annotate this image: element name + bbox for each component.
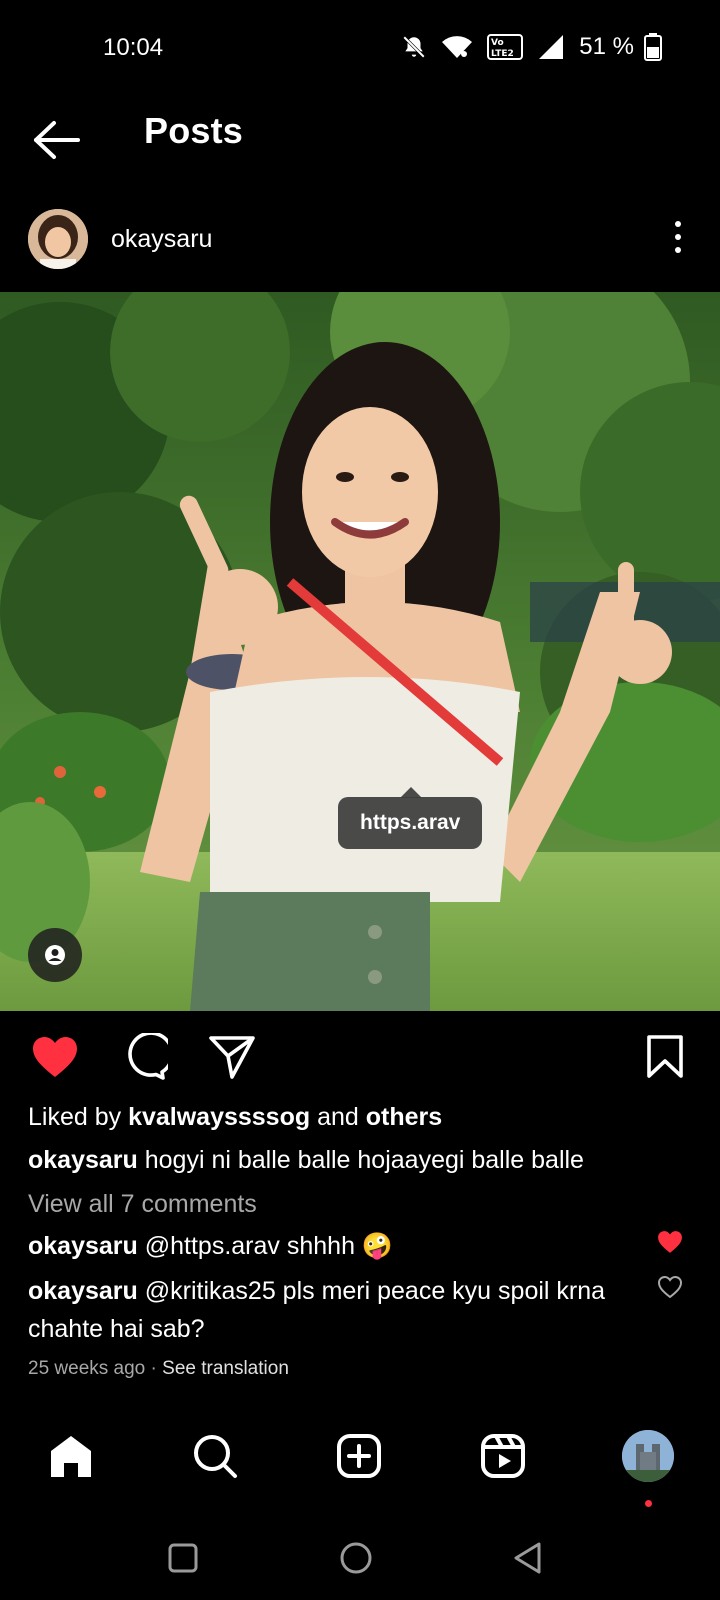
- system-back-button[interactable]: [506, 1536, 550, 1580]
- comment-button[interactable]: [117, 1030, 171, 1084]
- wifi-icon: [442, 36, 473, 58]
- back-triangle-icon: [514, 1542, 541, 1574]
- battery-icon: [644, 33, 662, 61]
- more-options-button[interactable]: [668, 217, 688, 257]
- heart-filled-icon: [33, 1037, 77, 1077]
- caption-text: hogyi ni balle balle hojaayegi balle bal…: [144, 1146, 584, 1174]
- back-button[interactable]: [30, 114, 82, 166]
- battery-percent: 51 %: [579, 33, 634, 60]
- system-nav: [0, 1520, 720, 1600]
- heart-filled-icon: [658, 1231, 682, 1253]
- page-title: Posts: [144, 110, 244, 151]
- bookmark-icon: [647, 1035, 683, 1078]
- send-icon: [209, 1036, 255, 1079]
- app-header: Posts: [0, 96, 720, 200]
- meta-separator: ·: [150, 1358, 157, 1379]
- nav-profile[interactable]: [618, 1426, 678, 1486]
- home-icon: [51, 1436, 91, 1477]
- tagged-users-button[interactable]: [28, 928, 82, 982]
- status-time: 10:04: [103, 34, 164, 61]
- svg-text:LTE2: LTE2: [491, 49, 514, 59]
- likes-middle: and: [310, 1103, 366, 1131]
- post-meta: 25 weeks ago · See translation: [28, 1358, 289, 1380]
- dot: [675, 247, 681, 253]
- caption-username[interactable]: okaysaru: [28, 1146, 138, 1174]
- comment-username[interactable]: okaysaru: [28, 1277, 138, 1305]
- comment-item: okaysaru @https.arav shhhh 🤪: [28, 1227, 628, 1265]
- home-circle-icon: [340, 1542, 372, 1574]
- likes-prefix: Liked by: [28, 1103, 129, 1131]
- nav-reels[interactable]: [473, 1426, 533, 1486]
- search-icon: [194, 1435, 237, 1478]
- view-all-comments-link[interactable]: View all 7 comments: [28, 1190, 257, 1219]
- recents-icon: [168, 1543, 198, 1573]
- user-icon: [45, 945, 65, 965]
- post-username[interactable]: okaysaru: [111, 225, 212, 254]
- likes-others[interactable]: others: [366, 1103, 442, 1131]
- create-icon: [337, 1434, 381, 1478]
- status-icons: Vo LTE2 51 %: [401, 30, 662, 64]
- dot: [675, 221, 681, 227]
- comment-username[interactable]: okaysaru: [28, 1232, 138, 1260]
- home-button[interactable]: [334, 1536, 378, 1580]
- see-translation-link[interactable]: See translation: [162, 1358, 289, 1379]
- save-button[interactable]: [638, 1030, 692, 1084]
- reels-icon: [481, 1434, 525, 1478]
- heart-outline-icon: [658, 1276, 682, 1298]
- nav-create[interactable]: [329, 1426, 389, 1486]
- mute-icon: [403, 36, 426, 58]
- post-photo: [0, 292, 720, 1011]
- likes-user[interactable]: kvalwayssssog: [128, 1103, 310, 1131]
- nav-search[interactable]: [185, 1426, 245, 1486]
- post-header: okaysaru: [0, 205, 720, 281]
- profile-avatar: [622, 1430, 674, 1482]
- volte-icon: Vo LTE2: [487, 34, 524, 60]
- like-button[interactable]: [28, 1030, 82, 1084]
- post-image[interactable]: https.arav: [0, 292, 720, 1011]
- svg-text:Vo: Vo: [491, 38, 504, 48]
- notification-dot: [645, 1500, 652, 1507]
- nav-home[interactable]: [41, 1426, 101, 1486]
- comment-like-button[interactable]: [656, 1228, 684, 1256]
- comment-item: okaysaru @kritikas25 pls meri peace kyu …: [28, 1272, 628, 1348]
- post-author-avatar[interactable]: [28, 209, 88, 269]
- arrow-left-icon: [34, 121, 80, 159]
- dot: [675, 234, 681, 240]
- share-button[interactable]: [205, 1030, 259, 1084]
- bottom-nav: [0, 1420, 720, 1510]
- post-actions: [0, 1030, 720, 1086]
- likes-summary[interactable]: Liked by kvalwayssssog and others: [28, 1103, 442, 1132]
- comment-like-button[interactable]: [656, 1273, 684, 1301]
- comment-icon: [128, 1033, 168, 1080]
- user-tag-bubble[interactable]: https.arav: [338, 787, 483, 849]
- signal-icon: [539, 35, 564, 59]
- status-bar: 10:04 Vo LTE2 51 %: [0, 0, 720, 96]
- post-time-ago: 25 weeks ago: [28, 1358, 146, 1379]
- post-caption: okaysaru hogyi ni balle balle hojaayegi …: [28, 1146, 584, 1175]
- comment-text: @https.arav shhhh 🤪: [144, 1232, 394, 1260]
- recents-button[interactable]: [161, 1536, 205, 1580]
